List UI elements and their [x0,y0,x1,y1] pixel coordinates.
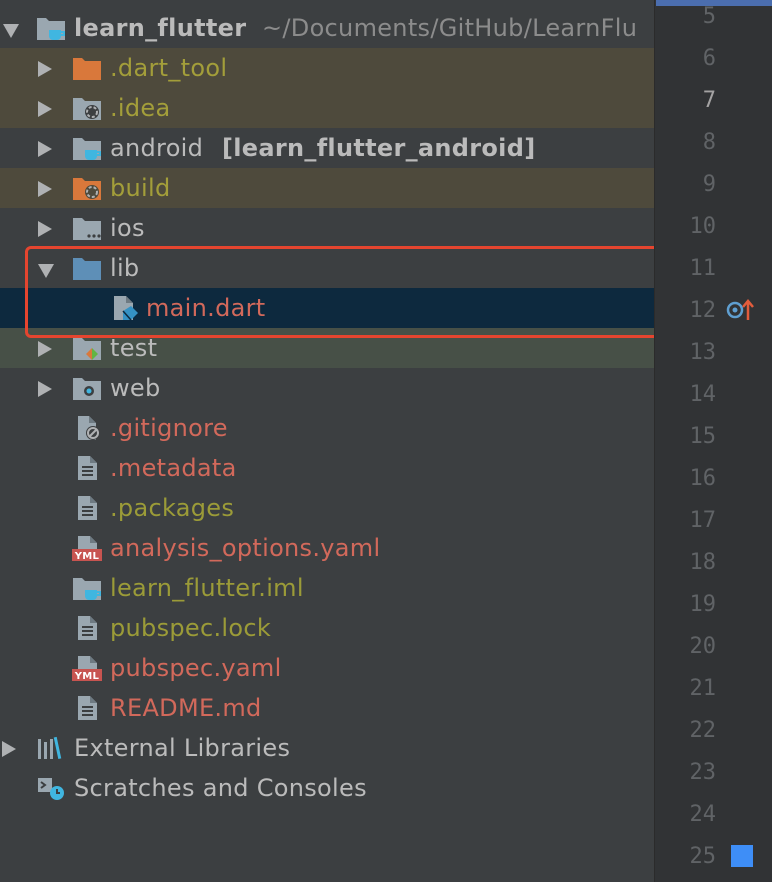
line-number: 16 [689,466,717,491]
expand-arrow-icon[interactable] [38,101,52,117]
tree-item-idea[interactable]: .idea [0,88,654,128]
tree-item-web[interactable]: web [0,368,654,408]
line-number: 18 [689,550,717,575]
text-file-icon [78,616,97,640]
line-number: 19 [689,592,717,617]
text-file-icon [78,496,97,520]
tree-item-dart-tool[interactable]: .dart_tool [0,48,654,88]
line-number: 11 [689,256,717,281]
tree-item-metadata[interactable]: .metadata [0,448,654,488]
line-number: 25 [689,844,717,869]
line-number: 14 [689,382,717,407]
tree-item-pubspec-lock[interactable]: pubspec.lock [0,608,654,648]
scratches-icon [38,778,64,800]
module-name: [learn_flutter_android] [222,134,536,162]
tree-item-label: .gitignore [110,414,228,442]
web-folder-icon [73,378,101,400]
override-gutter-icon[interactable] [726,298,756,322]
line-number: 13 [689,340,717,365]
ignored-file-icon [78,416,100,440]
tree-root-learn-flutter[interactable]: learn_flutter ~/Documents/GitHub/LearnFl… [0,8,654,48]
test-folder-icon [73,338,101,360]
line-number: 6 [702,46,716,71]
text-file-icon [78,456,97,480]
tree-item-label: learn_flutter.iml [110,574,304,602]
module-folder-icon [37,18,65,40]
line-number: 5 [702,4,716,29]
expand-arrow-icon[interactable] [38,221,52,237]
tree-item-scratches[interactable]: Scratches and Consoles [0,768,654,808]
tree-item-readme[interactable]: README.md [0,688,654,728]
line-number: 9 [702,172,716,197]
expand-arrow-icon[interactable] [38,381,52,397]
libraries-icon [38,736,62,759]
tree-item-label: pubspec.lock [110,614,272,642]
tree-item-packages[interactable]: .packages [0,488,654,528]
yaml-file-icon: YML [72,656,102,681]
tree-item-gitignore[interactable]: .gitignore [0,408,654,448]
tree-item-android[interactable]: android [learn_flutter_android] [0,128,654,168]
annotation-highlight-box [25,246,670,338]
module-folder-icon [73,138,101,160]
tree-item-learn-flutter-iml[interactable]: learn_flutter.iml [0,568,654,608]
tree-item-analysis-options[interactable]: YML analysis_options.yaml [0,528,654,568]
tree-item-external-libraries[interactable]: External Libraries [0,728,654,768]
tree-item-ios[interactable]: ios [0,208,654,248]
tree-item-label: pubspec.yaml [110,654,282,682]
line-number: 22 [689,718,717,743]
folder-icon [73,218,101,240]
tree-item-label: web [110,374,161,402]
settings-folder-icon [73,98,101,120]
line-number: 12 [689,298,717,323]
expand-arrow-icon[interactable] [38,61,52,77]
excluded-settings-folder-icon [73,178,101,200]
module-file-icon [73,578,101,600]
markdown-file-icon [78,696,97,720]
line-number: 7 [702,88,716,113]
line-number: 23 [689,760,717,785]
tree-item-label: analysis_options.yaml [110,534,381,562]
tree-item-build[interactable]: build [0,168,654,208]
tree-item-label: ios [110,214,145,242]
expand-arrow-icon[interactable] [38,181,52,197]
line-number: 21 [689,676,717,701]
tree-item-pubspec-yaml[interactable]: YML pubspec.yaml [0,648,654,688]
collapse-arrow-icon[interactable] [3,24,19,38]
project-name: learn_flutter [74,14,247,42]
yml-badge: YML [74,551,100,561]
tree-item-label: .packages [110,494,235,522]
tree-item-label: .idea [110,94,171,122]
tree-item-label: android [110,134,204,162]
line-number: 15 [689,424,717,449]
tree-item-label: test [110,334,158,362]
project-path: ~/Documents/GitHub/LearnFlu [262,14,638,42]
expand-arrow-icon[interactable] [38,341,52,357]
tree-item-label: build [110,174,171,202]
tree-item-label: .dart_tool [110,54,228,82]
line-number: 20 [689,634,717,659]
excluded-folder-icon [73,58,101,80]
line-number: 8 [702,130,716,155]
expand-arrow-icon[interactable] [38,141,52,157]
yaml-file-icon: YML [72,536,102,561]
tree-item-label: README.md [110,694,262,722]
project-tree[interactable]: learn_flutter ~/Documents/GitHub/LearnFl… [0,0,654,882]
yml-badge: YML [74,671,100,681]
tree-item-label: .metadata [110,454,237,482]
tree-item-label: Scratches and Consoles [74,774,367,802]
line-number: 24 [689,802,717,827]
line-number: 10 [689,214,717,239]
tree-item-label: External Libraries [74,734,291,762]
line-number: 17 [689,508,717,533]
expand-arrow-icon[interactable] [2,741,16,757]
breakpoint-marker[interactable] [731,845,753,867]
